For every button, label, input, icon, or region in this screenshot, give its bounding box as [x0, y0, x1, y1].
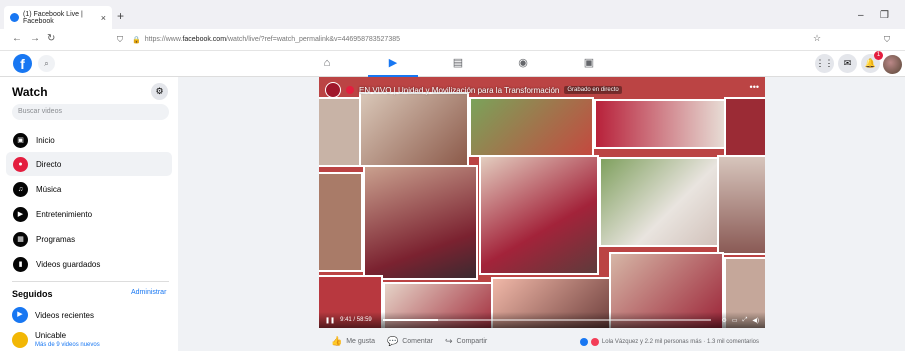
live-indicator-icon	[346, 86, 354, 94]
music-icon: ♫	[13, 181, 28, 197]
shows-icon: ▦	[13, 231, 28, 247]
minimize-button[interactable]: –	[858, 10, 864, 21]
groups-icon[interactable]: ◉	[514, 55, 532, 71]
gaming-icon[interactable]: ▣	[580, 55, 598, 71]
morena-page-avatar[interactable]	[325, 82, 341, 98]
like-reaction-icon	[579, 337, 588, 346]
share-icon: ↪	[444, 336, 453, 346]
facebook-topbar: f ⌕ ⌂ ▶ ▤ ◉ ▣ ⋮⋮ ✉ 🔔 1	[0, 51, 905, 77]
video-controls: ❚❚ 9:41 / 58:59 ⚙ ▭ ⤢ ◀)	[319, 312, 765, 328]
search-videos-input[interactable]: Buscar videos	[12, 104, 169, 120]
shield-icon[interactable]: ⛉	[117, 35, 123, 45]
love-reaction-icon	[590, 337, 599, 346]
settings-gear-icon[interactable]: ⚙	[151, 83, 168, 100]
notification-badge: 1	[874, 51, 883, 60]
sidebar-item-videos-recientes[interactable]: ▶ Videos recientes	[12, 307, 94, 323]
browser-tab[interactable]: (1) Facebook Live | Facebook ×	[4, 6, 112, 29]
messenger-icon[interactable]: ✉	[838, 54, 857, 73]
progress-bar[interactable]	[382, 319, 711, 321]
pause-icon[interactable]: ❚❚	[325, 317, 335, 324]
miniplayer-icon[interactable]: ▭	[732, 317, 738, 324]
like-button[interactable]: 👍 Me gusta	[331, 336, 375, 347]
reactions-summary[interactable]: Lola Vázquez y 2.2 mil personas más · 1.…	[579, 337, 765, 346]
bookmark-icon: ▮	[13, 256, 28, 272]
sidebar-item-entretenimiento[interactable]: ▶ Entretenimiento	[6, 202, 172, 226]
forward-arrow-icon[interactable]: →	[30, 33, 40, 44]
search-icon[interactable]: ⌕	[38, 55, 55, 72]
video-player[interactable]: EN VIVO | Unidad y Movilización para la …	[319, 77, 765, 328]
volume-icon[interactable]: ◀)	[752, 317, 759, 324]
address-bar-row: ← → ↻ ⛉ 🔒 https://www.facebook.com/watch…	[0, 29, 905, 51]
lock-icon: 🔒	[132, 36, 141, 44]
marketplace-icon[interactable]: ▤	[449, 55, 467, 71]
followed-section-title: Seguidos	[12, 289, 53, 299]
watch-icon[interactable]: ▶	[368, 55, 418, 77]
recorded-live-badge: Grabado en directo	[564, 86, 622, 94]
more-options-icon[interactable]: •••	[750, 82, 759, 92]
sidebar-item-videos-guardados[interactable]: ▮ Videos guardados	[6, 252, 172, 276]
sidebar-item-directo[interactable]: ● Directo	[6, 152, 172, 176]
menu-grid-icon[interactable]: ⋮⋮	[815, 54, 834, 73]
notifications-bell-icon[interactable]: 🔔 1	[861, 51, 883, 73]
comment-icon: 💬	[387, 336, 399, 346]
watch-main: EN VIVO | Unidad y Movilización para la …	[178, 77, 905, 351]
thumbs-up-icon: 👍	[331, 336, 343, 346]
sidebar-item-musica[interactable]: ♫ Música	[6, 177, 172, 201]
restore-button[interactable]: ❐	[880, 10, 889, 21]
avatar[interactable]	[883, 55, 902, 74]
facebook-favicon-icon	[10, 13, 19, 22]
video-title-bar: EN VIVO | Unidad y Movilización para la …	[325, 82, 622, 98]
bookmark-star-icon[interactable]: ☆	[813, 33, 821, 44]
home-icon[interactable]: ⌂	[318, 55, 336, 71]
extension-shield-icon[interactable]: ⛉	[884, 35, 890, 45]
video-thumbnail-collage	[319, 77, 765, 328]
entertainment-icon: ▶	[13, 206, 28, 222]
unicable-page-avatar	[12, 332, 28, 348]
tab-title: (1) Facebook Live | Facebook	[23, 10, 83, 25]
sidebar-title: Watch	[12, 85, 48, 99]
fullscreen-icon[interactable]: ⤢	[743, 317, 748, 324]
url-field[interactable]: 🔒 https://www.facebook.com/watch/live/?r…	[132, 32, 792, 47]
new-tab-button[interactable]: +	[117, 9, 124, 23]
play-icon: ▶	[12, 307, 28, 323]
settings-gear-icon[interactable]: ⚙	[722, 317, 727, 324]
sidebar-item-unicable[interactable]: Unicable Más de 9 videos nuevos	[12, 331, 100, 348]
browser-titlebar: (1) Facebook Live | Facebook × + – ❐	[0, 0, 905, 29]
tab-close-icon[interactable]: ×	[101, 13, 106, 23]
video-title[interactable]: EN VIVO | Unidad y Movilización para la …	[359, 86, 559, 95]
facebook-logo-icon[interactable]: f	[13, 54, 32, 73]
manage-link[interactable]: Administrar	[131, 289, 166, 296]
live-icon: ●	[13, 156, 28, 172]
video-action-bar: 👍 Me gusta 💬 Comentar ↪ Compartir Lola V…	[319, 332, 765, 351]
sidebar-item-inicio[interactable]: ▣ Inicio	[6, 128, 172, 152]
back-arrow-icon[interactable]: ←	[12, 33, 22, 44]
new-videos-count: Más de 9 videos nuevos	[35, 342, 100, 348]
home-icon: ▣	[13, 132, 28, 148]
video-time: 9:41 / 58:59	[340, 317, 372, 323]
reload-icon[interactable]: ↻	[47, 33, 55, 44]
share-button[interactable]: ↪ Compartir	[445, 336, 487, 347]
comment-button[interactable]: 💬 Comentar	[387, 336, 433, 347]
watch-sidebar: Watch ⚙ Buscar videos ▣ Inicio ● Directo…	[0, 77, 178, 351]
sidebar-item-programas[interactable]: ▦ Programas	[6, 227, 172, 251]
sidebar-divider	[12, 281, 169, 282]
